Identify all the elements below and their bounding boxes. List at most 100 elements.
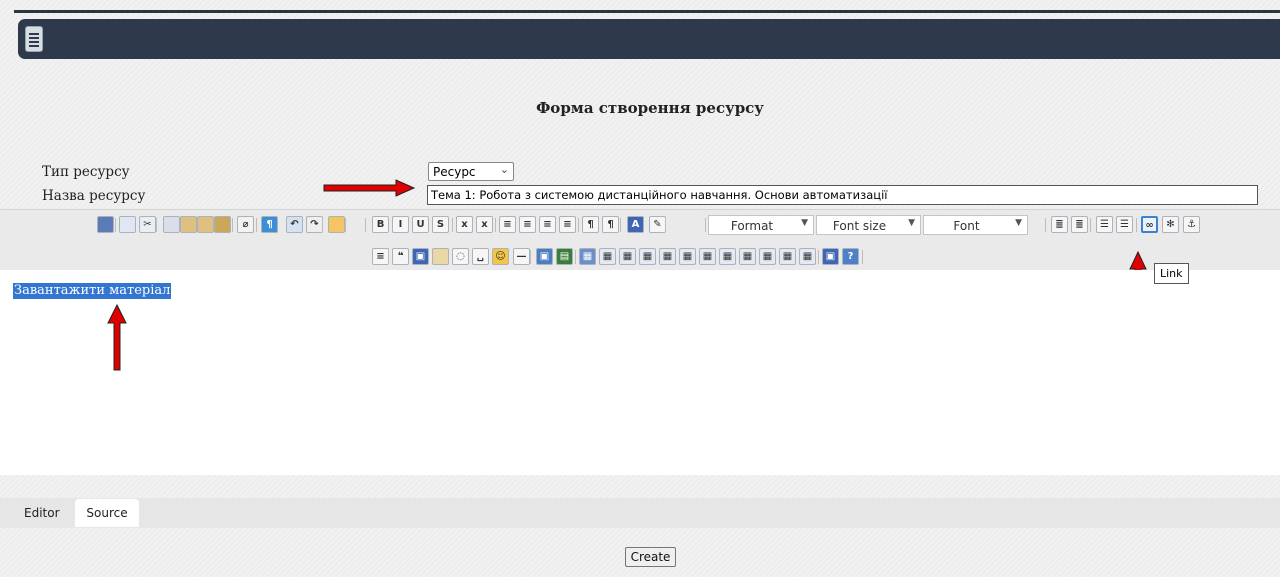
resource-type-select[interactable]: Ресурс ⌄ <box>428 162 514 181</box>
redo-icon[interactable]: ↷ <box>306 216 323 233</box>
split-cells-icon[interactable]: ▦ <box>739 248 756 265</box>
tab-source[interactable]: Source <box>75 499 139 527</box>
media-icon[interactable]: ▤ <box>556 248 573 265</box>
toolbar-separator <box>232 218 233 232</box>
toolbar-separator <box>665 218 666 232</box>
smiley-icon[interactable]: ☺ <box>492 248 509 265</box>
delete-row-icon[interactable]: ▦ <box>659 248 676 265</box>
delete-table-icon[interactable]: ▦ <box>619 248 636 265</box>
font-size-combo-label: Font size <box>832 219 887 233</box>
format-combo[interactable]: Format ▼ <box>708 215 814 235</box>
top-navbar <box>18 19 1280 59</box>
undo-icon[interactable]: ↶ <box>286 216 303 233</box>
toolbar-separator <box>1136 218 1137 232</box>
toolbar-separator <box>620 218 621 232</box>
toolbar-separator <box>818 250 819 264</box>
ltr-icon[interactable]: ¶ <box>582 216 599 233</box>
image-browser-icon[interactable] <box>328 216 345 233</box>
save-icon[interactable] <box>97 216 114 233</box>
insert-row-icon[interactable]: ▦ <box>639 248 656 265</box>
nbsp-icon[interactable]: ␣ <box>472 248 489 265</box>
insert-col-icon[interactable]: ▦ <box>679 248 696 265</box>
cell-props-icon[interactable]: ▦ <box>759 248 776 265</box>
anchor-icon[interactable]: ⚓ <box>1183 216 1200 233</box>
paste-text-icon[interactable] <box>197 216 214 233</box>
toolbar-separator <box>322 218 323 232</box>
rtl-icon[interactable]: ¶ <box>602 216 619 233</box>
blockquote-icon[interactable]: ❝ <box>392 248 409 265</box>
remove-format-icon[interactable]: ⌀ <box>237 216 254 233</box>
toolbar-separator <box>530 250 531 264</box>
red-arrow-right-icon <box>323 179 416 197</box>
create-button[interactable]: Create <box>625 547 676 567</box>
format-combo-label: Format <box>730 219 774 233</box>
toolbar-separator <box>495 218 496 232</box>
image-icon[interactable]: ▣ <box>536 248 553 265</box>
font-size-combo[interactable]: Font size ▼ <box>816 215 921 235</box>
red-arrow-up-icon <box>107 304 127 371</box>
resource-type-label: Тип ресурсу <box>42 164 130 180</box>
editor-mode-tabs <box>0 498 1280 528</box>
subscript-icon[interactable]: x <box>456 216 473 233</box>
indent-icon[interactable]: ≣ <box>1071 216 1088 233</box>
toolbar-separator <box>156 218 157 232</box>
div-icon[interactable]: ≡ <box>372 248 389 265</box>
form-title: Форма створення ресурсу <box>536 99 764 117</box>
selected-link-text[interactable]: Завантажити матеріал <box>13 283 172 299</box>
bold-icon[interactable]: B <box>372 216 389 233</box>
text-color-icon[interactable]: A <box>627 216 644 233</box>
toolbar-row-1: ✂ ⌀ ¶ ↶ ↷ B I U Sx x ≡ ≡ ≡ ≡ ¶ ¶ A ✎ ≣ ≣ ☰ ☰ ∞ ✻ ⚓ Format ▼ Font si… <box>0 214 1280 236</box>
link-tooltip: Link <box>1154 263 1189 284</box>
fullscreen-icon[interactable]: ▣ <box>822 248 839 265</box>
bulleted-list-icon[interactable]: ☰ <box>1116 216 1133 233</box>
editor-content-area[interactable] <box>0 270 1280 475</box>
resource-type-value: Ресурс <box>433 165 476 179</box>
paste-word-icon[interactable] <box>214 216 231 233</box>
align-center-icon[interactable]: ≡ <box>519 216 536 233</box>
editor-toolbar: ✂ ⌀ ¶ ↶ ↷ B I U Sx x ≡ ≡ ≡ ≡ ¶ ¶ A ✎ ≣ ≣ ☰ ☰ ∞ ✻ ⚓ Format ▼ Font si… <box>0 209 1280 271</box>
toolbar-separator <box>256 218 257 232</box>
align-right-icon[interactable]: ≡ <box>539 216 556 233</box>
top-border <box>14 10 1280 13</box>
merge-cells-icon[interactable]: ▦ <box>719 248 736 265</box>
superscript-icon[interactable]: x <box>476 216 493 233</box>
show-blocks-icon[interactable]: ¶ <box>261 216 278 233</box>
table-icon[interactable]: ▦ <box>579 248 596 265</box>
font-combo[interactable]: Font ▼ <box>923 215 1028 235</box>
link-icon[interactable]: ∞ <box>1141 216 1158 233</box>
strike-icon[interactable]: S <box>432 216 449 233</box>
maximize-icon[interactable]: ▣ <box>412 248 429 265</box>
copy-icon[interactable] <box>163 216 180 233</box>
underline-icon[interactable]: U <box>412 216 429 233</box>
horizontal-rule-icon[interactable]: — <box>513 248 530 265</box>
new-page-icon[interactable] <box>119 216 136 233</box>
template-icon[interactable] <box>432 248 449 265</box>
unlink-icon[interactable]: ✻ <box>1162 216 1179 233</box>
delete-col-icon[interactable]: ▦ <box>699 248 716 265</box>
outdent-icon[interactable]: ≣ <box>1051 216 1068 233</box>
table-props-icon[interactable]: ▦ <box>599 248 616 265</box>
align-left-icon[interactable]: ≡ <box>499 216 516 233</box>
spellcheck-icon[interactable]: ✎ <box>649 216 666 233</box>
chevron-down-icon: ⌄ <box>499 163 509 176</box>
numbered-list-icon[interactable]: ☰ <box>1096 216 1113 233</box>
toolbar-separator <box>1045 218 1046 232</box>
insert-cell-icon[interactable]: ▦ <box>779 248 796 265</box>
toolbar-separator <box>115 218 116 232</box>
toolbar-separator <box>388 250 389 264</box>
resource-name-input[interactable]: Тема 1: Робота з системою дистанційного … <box>427 185 1258 205</box>
resource-name-label: Назва ресурсу <box>42 188 146 204</box>
delete-cell-icon[interactable]: ▦ <box>799 248 816 265</box>
dropdown-arrow-icon: ▼ <box>908 218 915 228</box>
toolbar-separator <box>1090 218 1091 232</box>
italic-icon[interactable]: I <box>392 216 409 233</box>
toolbar-separator <box>345 218 346 232</box>
menu-document-icon[interactable] <box>25 26 43 52</box>
about-icon[interactable]: ? <box>842 248 859 265</box>
toolbar-separator <box>575 250 576 264</box>
cut-icon[interactable]: ✂ <box>139 216 156 233</box>
tab-editor[interactable]: Editor <box>24 499 64 527</box>
justify-icon[interactable]: ≡ <box>559 216 576 233</box>
paste-icon[interactable] <box>180 216 197 233</box>
flash-icon[interactable]: ◌ <box>452 248 469 265</box>
